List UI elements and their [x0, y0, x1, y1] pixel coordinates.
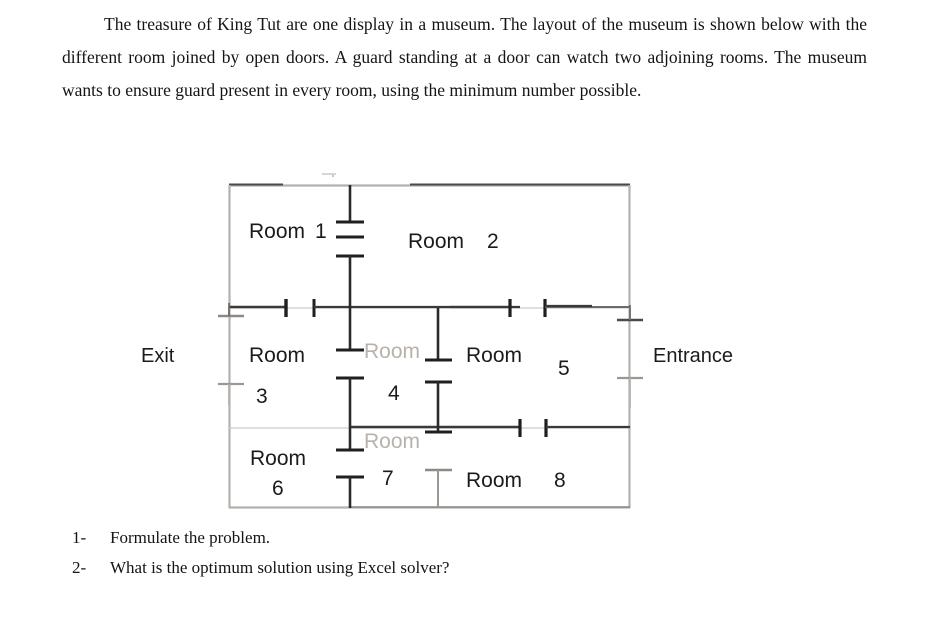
- room-4-number: 4: [388, 382, 400, 405]
- room-7-label: Room 7: [364, 430, 420, 490]
- questions-list: 1- Formulate the problem. 2- What is the…: [72, 523, 672, 583]
- room-4-name: Room: [364, 340, 420, 363]
- room-8-number: 8: [554, 469, 566, 492]
- vertical-wall-b: [425, 308, 452, 508]
- room-6-label: Room 6: [250, 447, 306, 500]
- divider-horizontal-upper: [229, 299, 630, 317]
- museum-floor-plan-figure: Room 1 Room 2 Room 3 Room 4 Room 5 Room …: [0, 160, 927, 530]
- room-2-name: Room: [408, 230, 464, 253]
- question-1-number: 1-: [72, 528, 87, 547]
- room-8-label: Room 8: [466, 469, 566, 492]
- room-2-label: Room 2: [408, 230, 499, 253]
- exit-label: Exit: [141, 345, 175, 367]
- floor-plan-svg: Room 1 Room 2 Room 3 Room 4 Room 5 Room …: [141, 173, 733, 509]
- room-3-label: Room 3: [249, 344, 305, 408]
- problem-paragraph-text: The treasure of King Tut are one display…: [62, 14, 867, 100]
- room-3-number: 3: [256, 385, 268, 408]
- room-5-label: Room 5: [466, 344, 570, 380]
- room-5-number: 5: [558, 357, 570, 380]
- room-1-label: Room 1: [249, 220, 327, 243]
- entrance-label: Entrance: [653, 345, 733, 367]
- room-1-name: Room: [249, 220, 305, 243]
- problem-statement: The treasure of King Tut are one display…: [62, 8, 867, 107]
- room-3-name: Room: [249, 344, 305, 367]
- question-item-2: 2- What is the optimum solution using Ex…: [72, 553, 672, 583]
- room-6-number: 6: [272, 477, 284, 500]
- room-4-label: Room 4: [364, 340, 420, 405]
- divider-horizontal-lower: [229, 419, 630, 437]
- room-5-name: Room: [466, 344, 522, 367]
- room-2-number: 2: [487, 230, 499, 253]
- room-6-name: Room: [250, 447, 306, 470]
- vertical-wall-a: [336, 185, 364, 508]
- question-1-text: Formulate the problem.: [110, 528, 271, 547]
- exit-door-marker: [218, 303, 244, 405]
- room-1-number: 1: [315, 220, 327, 243]
- question-item-1: 1- Formulate the problem.: [72, 523, 672, 553]
- question-2-number: 2-: [72, 558, 87, 577]
- room-7-number: 7: [382, 467, 394, 490]
- question-2-text: What is the optimum solution using Excel…: [110, 558, 450, 577]
- stray-dot: [332, 175, 334, 177]
- room-7-name: Room: [364, 430, 420, 453]
- room-8-name: Room: [466, 469, 522, 492]
